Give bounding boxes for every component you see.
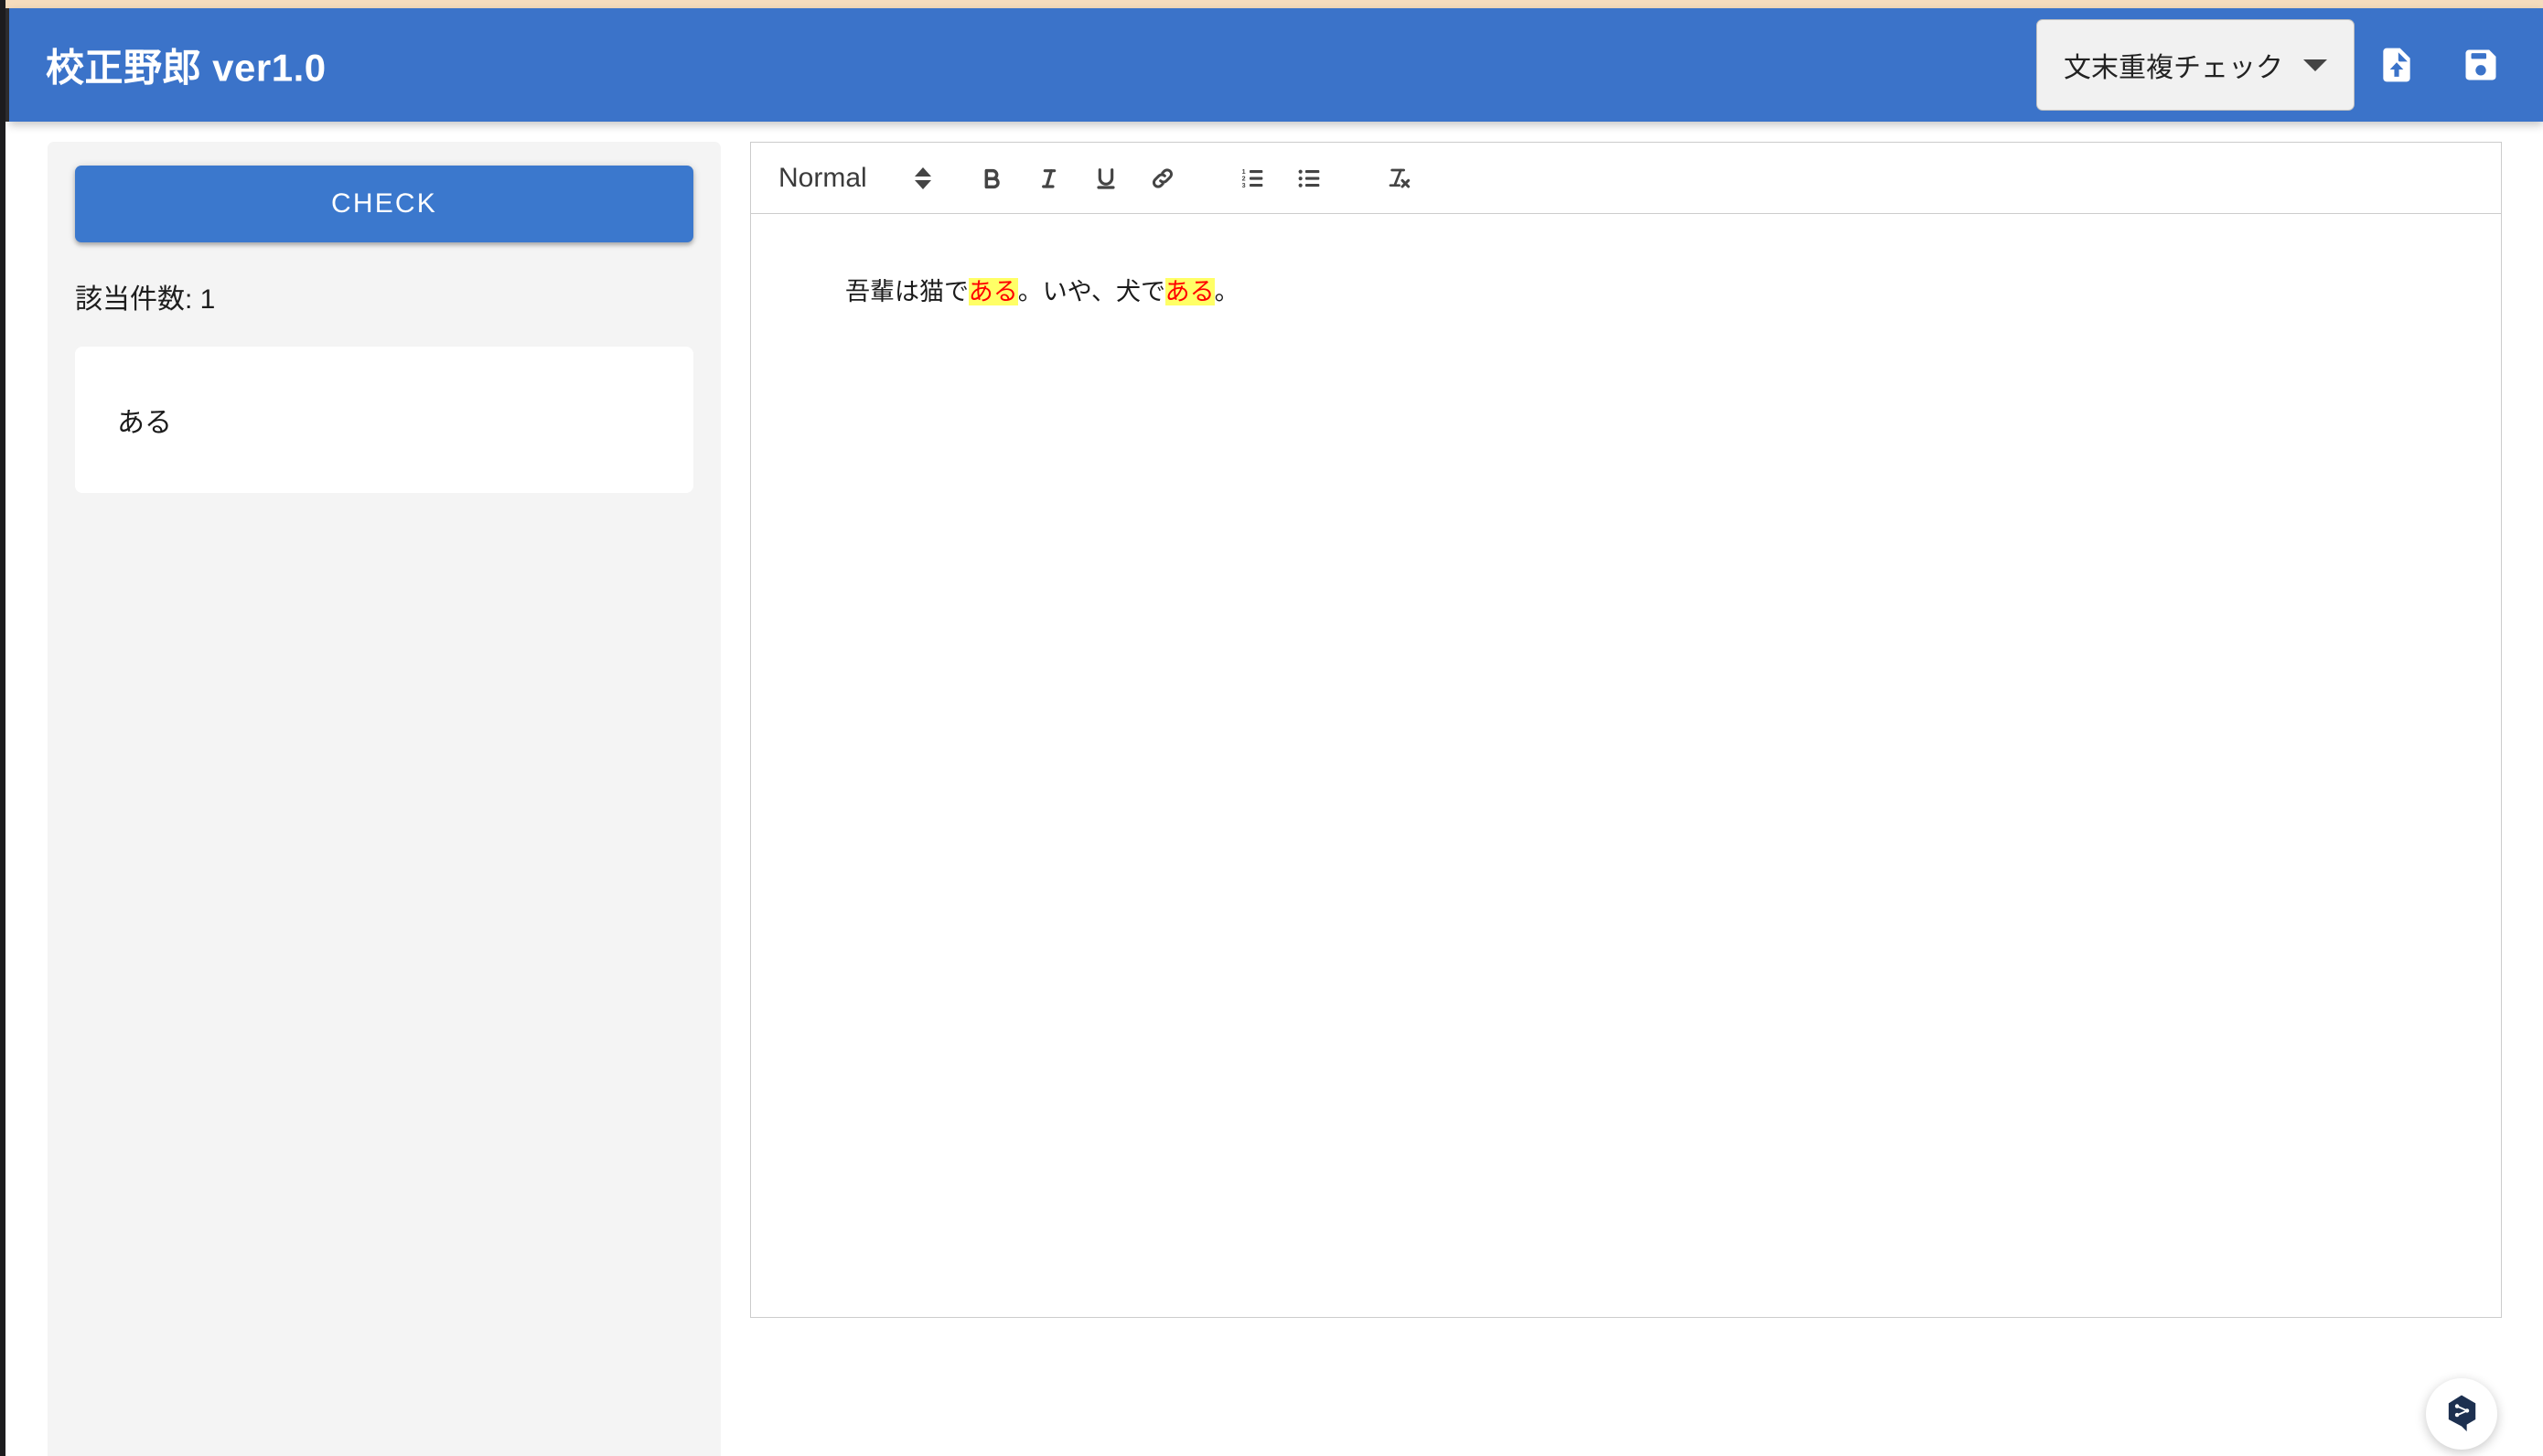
editor-content-area[interactable]: 吾輩は猫である。いや、犬である。 bbox=[750, 213, 2502, 1318]
save-icon bbox=[2461, 45, 2501, 85]
result-card-text: ある bbox=[117, 408, 172, 438]
chevron-down-icon bbox=[2303, 59, 2327, 71]
file-upload-button[interactable] bbox=[2355, 23, 2439, 107]
format-picker[interactable]: Normal bbox=[771, 143, 944, 213]
italic-button[interactable] bbox=[1021, 152, 1078, 205]
app-header: 校正野郎 ver1.0 文末重複チェック bbox=[9, 8, 2543, 122]
ordered-list-button[interactable]: 1 2 3 bbox=[1224, 152, 1281, 205]
screenshot-left-edge bbox=[0, 0, 5, 1456]
check-mode-select-value: 文末重複チェック bbox=[2064, 53, 2283, 83]
editor-highlight-segment: ある bbox=[968, 277, 1018, 305]
link-icon bbox=[1149, 165, 1176, 192]
editor-text-segment: 吾輩は猫で bbox=[845, 277, 969, 305]
bold-icon bbox=[979, 165, 1006, 192]
ordered-list-icon: 1 2 3 bbox=[1238, 165, 1267, 192]
page-title: 校正野郎 ver1.0 bbox=[46, 46, 327, 90]
results-sidebar: CHECK 該当件数: 1 ある bbox=[48, 142, 721, 1456]
editor-paragraph: 吾輩は猫である。いや、犬である。 bbox=[777, 236, 2475, 348]
svg-text:3: 3 bbox=[1241, 182, 1245, 189]
check-button[interactable]: CHECK bbox=[75, 166, 693, 242]
underline-button[interactable] bbox=[1078, 152, 1134, 205]
content-area: CHECK 該当件数: 1 ある Normal 1 2 3 吾輩は猫である。いや… bbox=[0, 122, 2543, 1456]
bullet-list-icon bbox=[1294, 165, 1324, 192]
screenshot-left-edge-inner bbox=[5, 8, 9, 122]
file-upload-icon bbox=[2377, 42, 2417, 88]
app-root: 校正野郎 ver1.0 文末重複チェック CHECK 該当件数: 1 ある No… bbox=[0, 0, 2543, 1456]
editor-text-segment: 。いや、犬で bbox=[1017, 277, 1165, 305]
italic-icon bbox=[1035, 165, 1063, 192]
result-card[interactable]: ある bbox=[75, 347, 693, 493]
check-mode-select[interactable]: 文末重複チェック bbox=[2036, 19, 2355, 111]
chat-bubble-icon bbox=[2441, 1393, 2482, 1435]
bullet-list-button[interactable] bbox=[1281, 152, 1337, 205]
bold-button[interactable] bbox=[964, 152, 1021, 205]
format-picker-label: Normal bbox=[778, 162, 867, 193]
hit-count-label: 該当件数: 1 bbox=[75, 284, 216, 315]
clear-format-icon bbox=[1384, 165, 1413, 192]
editor-toolbar: Normal 1 2 3 bbox=[750, 142, 2502, 213]
header-actions: 文末重複チェック bbox=[2036, 19, 2523, 111]
rich-text-editor: Normal 1 2 3 吾輩は猫である。いや、犬である。 bbox=[750, 142, 2502, 1318]
underline-icon bbox=[1092, 165, 1120, 192]
chat-widget-button[interactable] bbox=[2426, 1378, 2497, 1450]
screenshot-top-strip bbox=[0, 0, 2543, 8]
clear-format-button[interactable] bbox=[1370, 152, 1427, 205]
editor-text-segment: 。 bbox=[1214, 277, 1239, 305]
save-button[interactable] bbox=[2439, 23, 2523, 107]
editor-highlight-segment: ある bbox=[1164, 277, 1215, 305]
sort-arrows-icon bbox=[914, 166, 931, 189]
link-button[interactable] bbox=[1134, 152, 1191, 205]
